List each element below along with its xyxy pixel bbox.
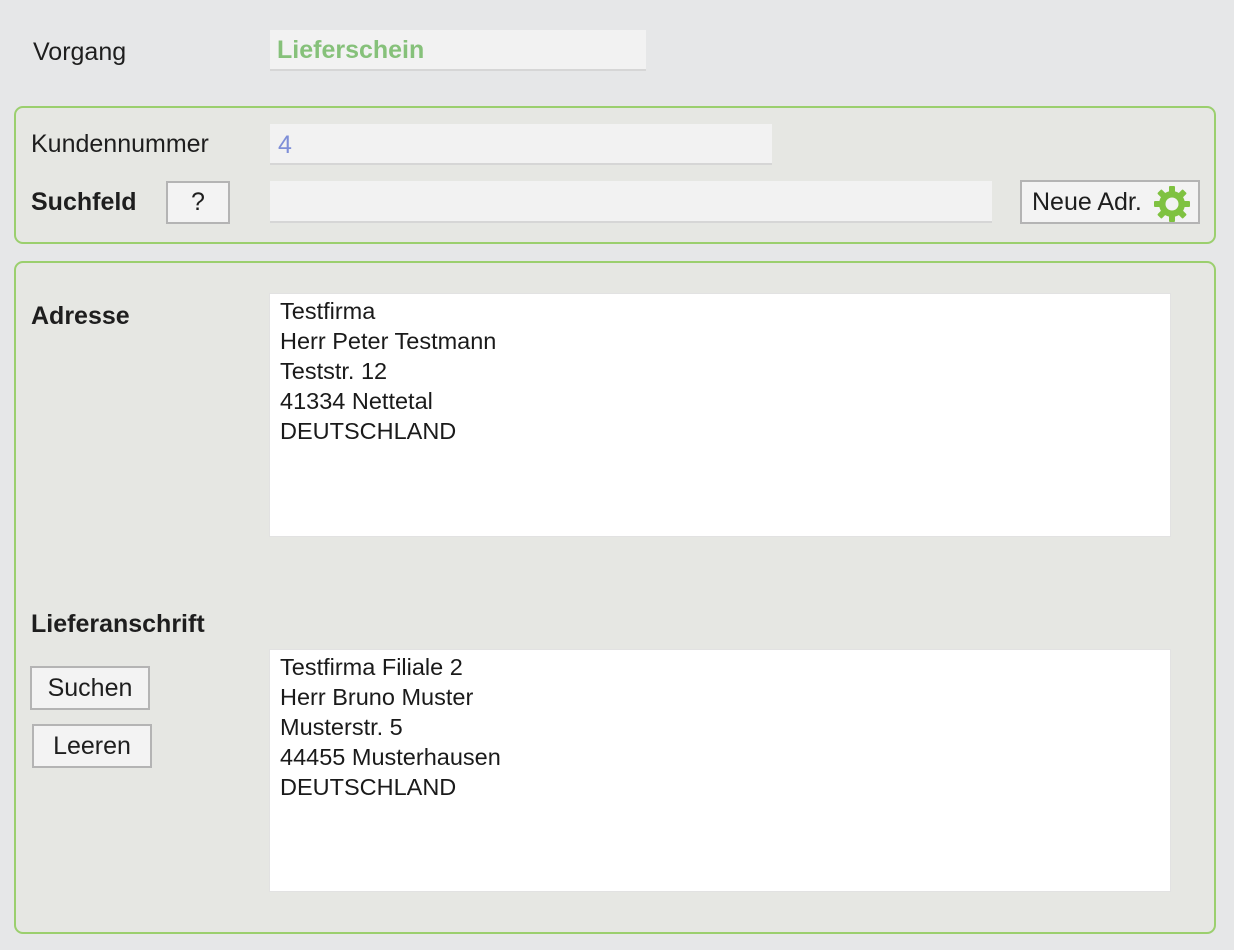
delivery-address-textarea[interactable]: Testfirma Filiale 2 Herr Bruno Muster Mu…	[269, 649, 1171, 892]
clear-button[interactable]: Leeren	[32, 724, 152, 768]
delivery-address-line: DEUTSCHLAND	[280, 774, 457, 800]
address-line: DEUTSCHLAND	[280, 418, 457, 444]
address-line: 41334 Nettetal	[280, 388, 433, 414]
help-button[interactable]: ?	[166, 181, 230, 224]
new-address-button[interactable]: Neue Adr.	[1020, 180, 1200, 224]
search-field-label: Suchfeld	[31, 188, 137, 216]
search-input[interactable]	[270, 181, 992, 223]
customer-number-label: Kundennummer	[31, 130, 209, 158]
address-line: Testfirma	[280, 298, 376, 324]
delivery-address-line: Testfirma Filiale 2	[280, 654, 463, 680]
delivery-address-line: 44455 Musterhausen	[280, 744, 501, 770]
address-label: Adresse	[31, 302, 130, 330]
address-line: Herr Peter Testmann	[280, 328, 497, 354]
vorgang-label: Vorgang	[33, 38, 127, 66]
delivery-address-line: Herr Bruno Muster	[280, 684, 474, 710]
vorgang-field[interactable]: Lieferschein	[270, 30, 646, 71]
delivery-address-line: Musterstr. 5	[280, 714, 403, 740]
address-line: Teststr. 12	[280, 358, 388, 384]
address-textarea[interactable]: Testfirma Herr Peter Testmann Teststr. 1…	[269, 293, 1171, 537]
customer-number-field[interactable]: 4	[270, 124, 772, 165]
search-button[interactable]: Suchen	[30, 666, 150, 710]
new-address-button-label: Neue Adr.	[1032, 187, 1142, 216]
delivery-address-label: Lieferanschrift	[31, 610, 205, 638]
gear-icon	[1152, 184, 1192, 224]
